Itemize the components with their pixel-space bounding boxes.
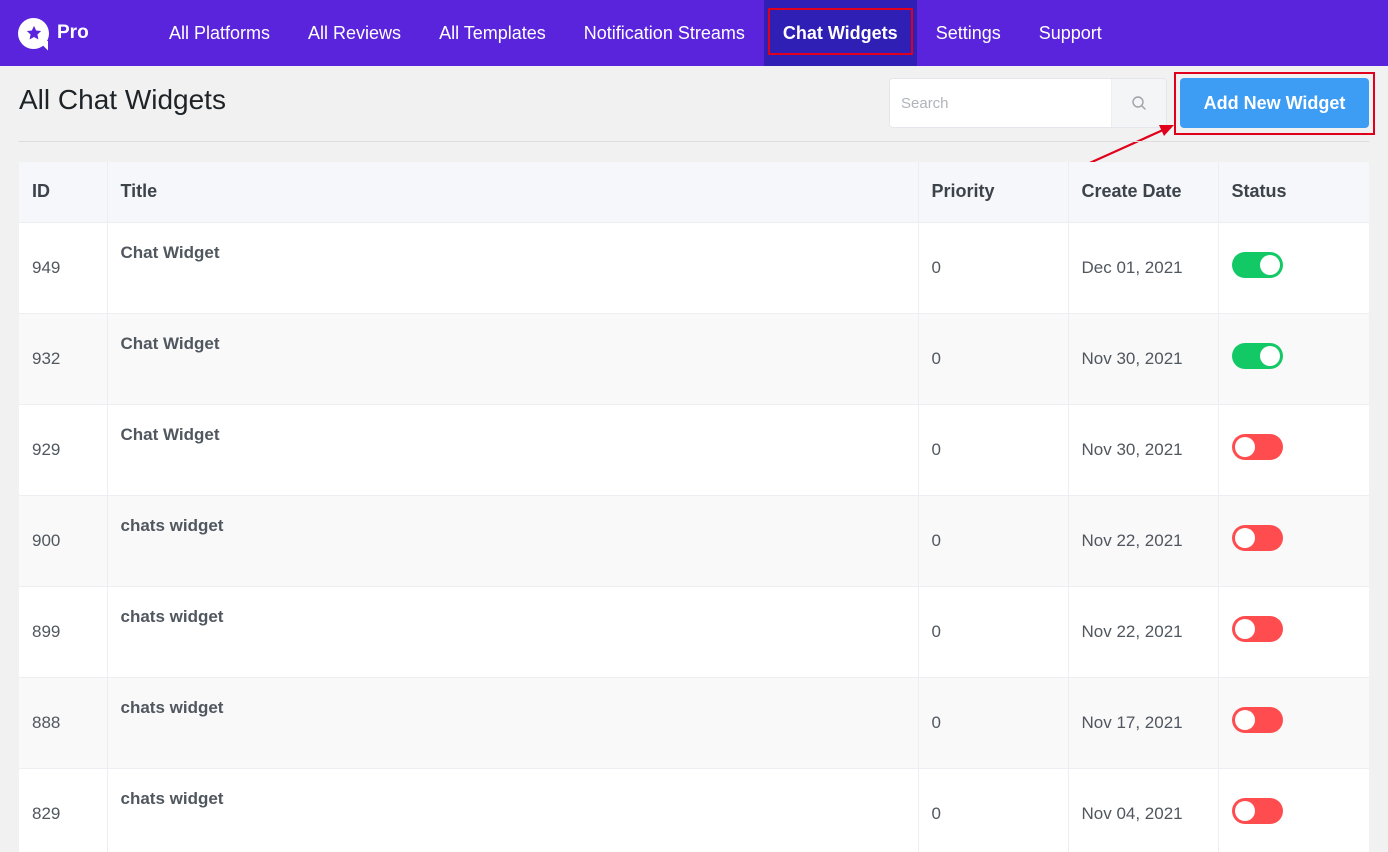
nav-settings[interactable]: Settings (917, 0, 1020, 66)
main-nav: All Platforms All Reviews All Templates … (150, 0, 1121, 66)
add-new-widget-button[interactable]: Add New Widget (1180, 78, 1369, 128)
cell-status (1218, 768, 1369, 852)
cell-status (1218, 495, 1369, 587)
page-title: All Chat Widgets (19, 84, 226, 115)
cell-title[interactable]: chats widget (107, 768, 919, 852)
status-toggle[interactable] (1231, 707, 1283, 733)
column-header-id[interactable]: ID (19, 162, 108, 223)
cell-id: 900 (19, 495, 108, 587)
cell-create-date: Nov 22, 2021 (1068, 495, 1219, 587)
search-icon (1132, 96, 1146, 110)
status-toggle[interactable] (1231, 616, 1283, 642)
toggle-knob (1234, 710, 1255, 730)
table-row[interactable]: 888 chats widget 0 Nov 17, 2021 (19, 677, 1369, 769)
column-header-title[interactable]: Title (107, 162, 919, 223)
cell-status (1218, 313, 1369, 405)
cell-create-date: Nov 30, 2021 (1068, 404, 1219, 496)
nav-notification-streams[interactable]: Notification Streams (565, 0, 764, 66)
cell-priority: 0 (918, 677, 1069, 769)
table-row[interactable]: 900 chats widget 0 Nov 22, 2021 (19, 495, 1369, 587)
cell-title[interactable]: chats widget (107, 677, 919, 769)
cell-priority: 0 (918, 313, 1069, 405)
table-row[interactable]: 929 Chat Widget 0 Nov 30, 2021 (19, 404, 1369, 496)
cell-status (1218, 222, 1369, 314)
top-navigation-bar: Pro All Platforms All Reviews All Templa… (0, 0, 1388, 66)
search-button[interactable] (1111, 79, 1166, 127)
column-header-status: Status (1218, 162, 1369, 223)
cell-priority: 0 (918, 404, 1069, 496)
cell-id: 949 (19, 222, 108, 314)
cell-id: 929 (19, 404, 108, 496)
cell-id: 888 (19, 677, 108, 769)
widgets-table: ID Title Priority Create Date Status 949… (19, 162, 1369, 852)
cell-priority: 0 (918, 222, 1069, 314)
status-toggle[interactable] (1231, 525, 1283, 551)
status-toggle[interactable] (1231, 252, 1283, 278)
cell-status (1218, 677, 1369, 769)
column-header-priority[interactable]: Priority (918, 162, 1069, 223)
toggle-knob (1234, 801, 1255, 821)
cell-title[interactable]: chats widget (107, 495, 919, 587)
cell-status (1218, 404, 1369, 496)
cell-priority: 0 (918, 586, 1069, 678)
search-box (889, 78, 1167, 128)
cell-create-date: Nov 04, 2021 (1068, 768, 1219, 852)
cell-status (1218, 586, 1369, 678)
column-header-create-date[interactable]: Create Date (1068, 162, 1219, 223)
cell-title[interactable]: Chat Widget (107, 222, 919, 314)
toggle-knob (1234, 619, 1255, 639)
brand-name: Pro (57, 22, 89, 43)
nav-chat-widgets[interactable]: Chat Widgets (763, 0, 917, 66)
nav-all-reviews[interactable]: All Reviews (289, 0, 420, 66)
cell-title[interactable]: Chat Widget (107, 313, 919, 405)
cell-create-date: Nov 17, 2021 (1068, 677, 1219, 769)
widgets-table-container: ID Title Priority Create Date Status 949… (19, 162, 1369, 852)
cell-id: 899 (19, 586, 108, 678)
status-toggle[interactable] (1231, 343, 1283, 369)
cell-create-date: Nov 30, 2021 (1068, 313, 1219, 405)
nav-all-templates[interactable]: All Templates (420, 0, 565, 66)
toggle-knob (1259, 255, 1280, 275)
table-row[interactable]: 949 Chat Widget 0 Dec 01, 2021 (19, 222, 1369, 314)
cell-priority: 0 (918, 768, 1069, 852)
cell-title[interactable]: Chat Widget (107, 404, 919, 496)
nav-all-platforms[interactable]: All Platforms (150, 0, 289, 66)
toggle-knob (1234, 437, 1255, 457)
search-input[interactable] (890, 79, 1111, 127)
nav-support[interactable]: Support (1020, 0, 1121, 66)
cell-create-date: Dec 01, 2021 (1068, 222, 1219, 314)
cell-create-date: Nov 22, 2021 (1068, 586, 1219, 678)
toggle-knob (1234, 528, 1255, 548)
star-chat-logo-icon (18, 17, 49, 49)
table-row[interactable]: 899 chats widget 0 Nov 22, 2021 (19, 586, 1369, 678)
brand[interactable]: Pro (18, 0, 89, 66)
cell-id: 829 (19, 768, 108, 852)
cell-id: 932 (19, 313, 108, 405)
table-row[interactable]: 829 chats widget 0 Nov 04, 2021 (19, 768, 1369, 852)
cell-title[interactable]: chats widget (107, 586, 919, 678)
cell-priority: 0 (918, 495, 1069, 587)
table-header-row: ID Title Priority Create Date Status (19, 162, 1369, 223)
table-row[interactable]: 932 Chat Widget 0 Nov 30, 2021 (19, 313, 1369, 405)
header-divider (19, 141, 1369, 142)
toggle-knob (1259, 346, 1280, 366)
status-toggle[interactable] (1231, 798, 1283, 824)
status-toggle[interactable] (1231, 434, 1283, 460)
